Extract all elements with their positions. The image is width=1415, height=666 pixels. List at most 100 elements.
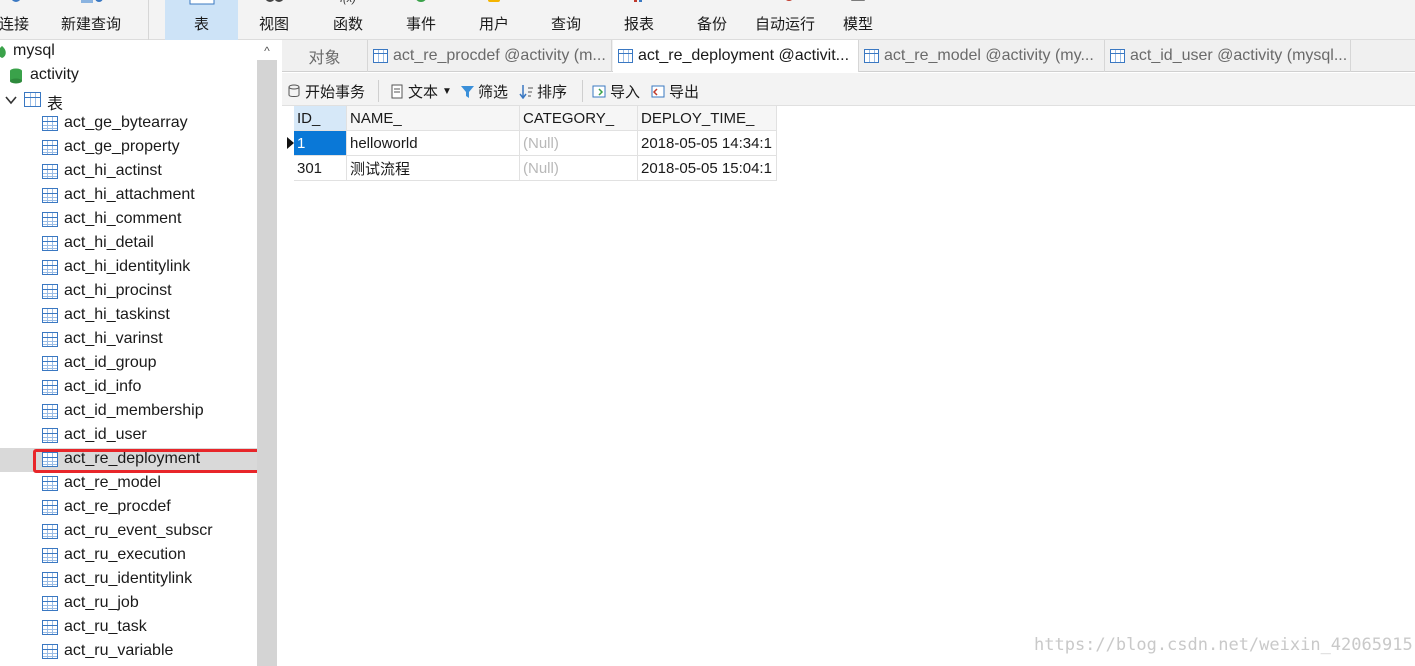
document-icon: [391, 84, 403, 98]
tab-act-re-model[interactable]: act_re_model @activity (my...: [859, 40, 1105, 72]
action-divider: [378, 80, 379, 102]
report-button[interactable]: 报表: [611, 0, 667, 40]
view-icon: [266, 0, 283, 2]
data-grid: ID_ NAME_ CATEGORY_ DEPLOY_TIME_ 1 hello…: [282, 106, 1415, 666]
query-label: 查询: [550, 16, 581, 33]
sidebar-item-act-hi-identitylink[interactable]: act_hi_identitylink: [0, 256, 257, 280]
filter-button[interactable]: 筛选: [460, 81, 508, 101]
user-button[interactable]: 用户: [466, 0, 522, 40]
cell-category[interactable]: (Null): [520, 156, 638, 181]
sidebar-item-act-re-procdef[interactable]: act_re_procdef: [0, 496, 257, 520]
table-icon: [42, 572, 58, 587]
tab-act-re-procdef[interactable]: act_re_procdef @activity (m...: [368, 40, 612, 72]
event-button[interactable]: 事件: [393, 0, 449, 40]
sidebar-item-act-hi-actinst[interactable]: act_hi_actinst: [0, 160, 257, 184]
column-header-category[interactable]: CATEGORY_: [520, 106, 638, 131]
sidebar-item-act-hi-attachment[interactable]: act_hi_attachment: [0, 184, 257, 208]
automation-icon: [786, 0, 792, 1]
sidebar-item-act-ru-execution[interactable]: act_ru_execution: [0, 544, 257, 568]
table-icon: [42, 260, 58, 275]
tab-act-re-deployment[interactable]: act_re_deployment @activit...: [613, 40, 859, 72]
sidebar-item-act-re-model[interactable]: act_re_model: [0, 472, 257, 496]
tree-database-activity[interactable]: activity: [0, 64, 257, 88]
sidebar-item-act-id-membership[interactable]: act_id_membership: [0, 400, 257, 424]
connection-button[interactable]: 连接: [0, 0, 38, 40]
table-action-bar: 开始事务 文本 ▼ 筛选 排序 导入 导出: [282, 73, 1415, 106]
database-icon: [10, 68, 22, 84]
backup-button[interactable]: 备份: [684, 0, 740, 40]
cell-category[interactable]: (Null): [520, 131, 638, 156]
view-label: 视图: [258, 16, 289, 33]
sidebar-item-label: act_hi_detail: [64, 234, 154, 251]
tree-folder-tables[interactable]: 表: [0, 88, 257, 113]
function-button[interactable]: f(x) 函数: [320, 0, 376, 40]
sidebar-item-act-ru-variable[interactable]: act_ru_variable: [0, 640, 257, 664]
table-icon: [42, 116, 58, 131]
sidebar-item-act-id-info[interactable]: act_id_info: [0, 376, 257, 400]
export-button[interactable]: 导出: [651, 81, 699, 101]
sidebar-item-act-ru-identitylink[interactable]: act_ru_identitylink: [0, 568, 257, 592]
sidebar-item-act-re-deployment[interactable]: act_re_deployment: [0, 448, 257, 472]
sidebar-scrollbar[interactable]: [257, 60, 277, 666]
sidebar-item-act-ge-bytearray[interactable]: act_ge_bytearray: [0, 112, 257, 136]
sidebar-item-act-hi-comment[interactable]: act_hi_comment: [0, 208, 257, 232]
backup-label: 备份: [696, 16, 727, 33]
model-button[interactable]: 模型: [830, 0, 886, 40]
function-icon: f(x): [340, 0, 356, 5]
table-icon: [42, 164, 58, 179]
tab-act-re-deployment-label: act_re_deployment @activit...: [638, 47, 850, 64]
table-icon: [42, 428, 58, 443]
chevron-down-icon[interactable]: [5, 95, 17, 105]
cell-name[interactable]: 测试流程: [347, 156, 520, 181]
sidebar-item-act-ru-event-subscr[interactable]: act_ru_event_subscr: [0, 520, 257, 544]
sidebar-item-act-ru-task[interactable]: act_ru_task: [0, 616, 257, 640]
sidebar-item-label: act_ge_bytearray: [64, 114, 188, 131]
column-header-name[interactable]: NAME_: [347, 106, 520, 131]
sidebar-item-act-id-user[interactable]: act_id_user: [0, 424, 257, 448]
text-view-button[interactable]: 文本 ▼: [390, 81, 452, 101]
tab-objects[interactable]: 对象: [282, 40, 368, 72]
cell-name[interactable]: helloworld: [347, 131, 520, 156]
new-query-icon: [81, 0, 103, 3]
sort-button[interactable]: 排序: [519, 81, 567, 101]
column-header-id[interactable]: ID_: [294, 106, 347, 131]
sidebar-item-label: act_id_user: [64, 426, 147, 443]
cell-deploy-time[interactable]: 2018-05-05 14:34:1: [638, 131, 777, 156]
connection-label: 连接: [0, 16, 29, 33]
sidebar-item-act-hi-detail[interactable]: act_hi_detail: [0, 232, 257, 256]
cell-deploy-time[interactable]: 2018-05-05 15:04:1: [638, 156, 777, 181]
sidebar-item-act-hi-procinst[interactable]: act_hi_procinst: [0, 280, 257, 304]
begin-transaction-label: 开始事务: [305, 83, 366, 101]
sidebar-item-act-ge-property[interactable]: act_ge_property: [0, 136, 257, 160]
sidebar-item-label: act_ru_task: [64, 618, 147, 635]
sidebar-item-act-hi-taskinst[interactable]: act_hi_taskinst: [0, 304, 257, 328]
sidebar-item-act-ru-job[interactable]: act_ru_job: [0, 592, 257, 616]
tree-connection-mysql[interactable]: mysql: [0, 40, 257, 64]
import-button[interactable]: 导入: [592, 81, 640, 101]
dropdown-arrow-icon[interactable]: ▼: [442, 86, 452, 97]
table-button[interactable]: 表: [165, 0, 238, 40]
sidebar-item-act-id-group[interactable]: act_id_group: [0, 352, 257, 376]
tab-act-id-user[interactable]: act_id_user @activity (mysql...: [1105, 40, 1351, 72]
tab-bar: 对象 act_re_procdef @activity (m... act_re…: [282, 40, 1415, 72]
event-icon: [416, 0, 426, 2]
scroll-up-icon[interactable]: ^: [258, 42, 276, 60]
sidebar-item-act-hi-varinst[interactable]: act_hi_varinst: [0, 328, 257, 352]
table-icon: [42, 332, 58, 347]
sidebar-item-label: act_hi_attachment: [64, 186, 195, 203]
begin-transaction-button[interactable]: 开始事务: [287, 81, 365, 101]
table-icon: [1110, 49, 1125, 63]
cell-id[interactable]: 1: [294, 131, 347, 156]
query-button[interactable]: 查询: [538, 0, 594, 40]
table-icon: [42, 404, 58, 419]
automation-button[interactable]: 自动运行: [752, 0, 818, 40]
table-icon: [42, 476, 58, 491]
table-icon: [42, 284, 58, 299]
sidebar-item-label: act_re_deployment: [64, 450, 201, 467]
cell-id[interactable]: 301: [294, 156, 347, 181]
column-header-deploy-time[interactable]: DEPLOY_TIME_: [638, 106, 777, 131]
new-query-button[interactable]: 新建查询: [56, 0, 126, 40]
transaction-icon: [288, 84, 300, 97]
view-button[interactable]: 视图: [246, 0, 302, 40]
sidebar-item-label: act_hi_identitylink: [64, 258, 191, 275]
